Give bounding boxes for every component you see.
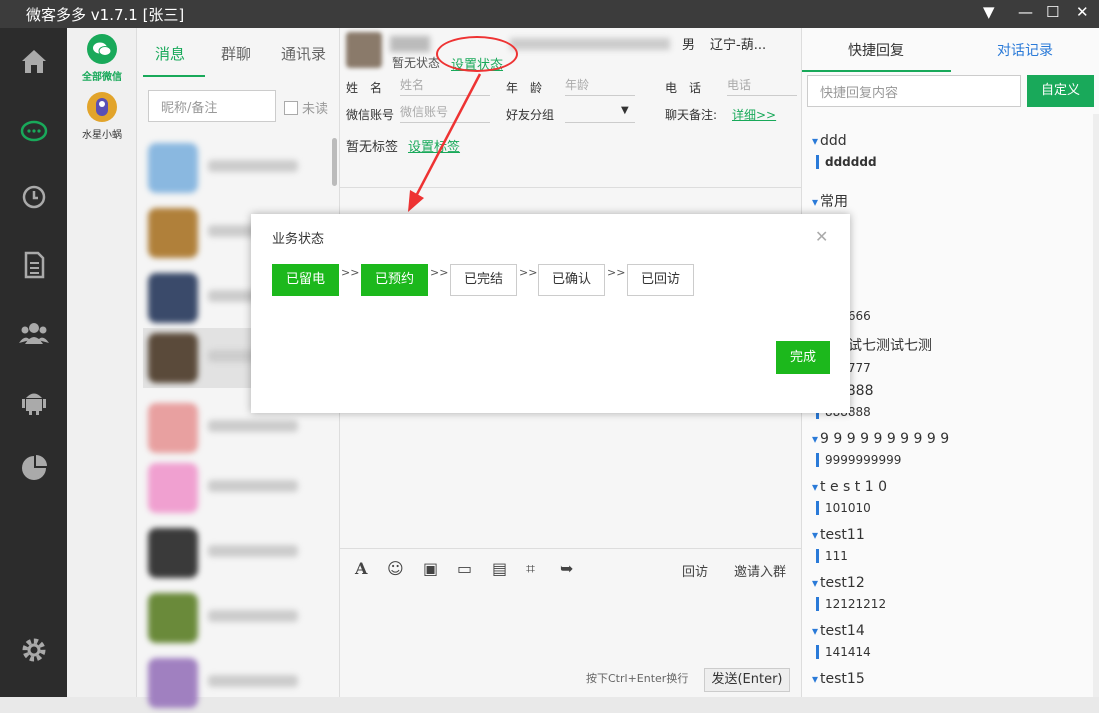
invite-group-button[interactable]: 邀请入群 [734, 561, 786, 580]
contact-status: 暂无状态 [392, 56, 441, 70]
screenshot-icon[interactable]: ▤ [492, 559, 507, 578]
finish-button[interactable]: 完成 [776, 341, 830, 374]
group-select[interactable]: ▼ [565, 103, 635, 123]
account-label: 水星小蜗 [82, 130, 122, 141]
clock-icon[interactable] [17, 180, 51, 214]
chat-tabs: 消息 群聊 通讯录 [137, 28, 340, 78]
phone-label: 电 话 [665, 81, 702, 95]
contact-id-blurred [510, 38, 670, 50]
settings-icon[interactable] [17, 633, 51, 667]
avatar [87, 92, 117, 122]
reply-group[interactable]: 七测试七测试七测777777 [812, 335, 1072, 375]
dialog-title: 业务状态 [272, 232, 325, 247]
composer-hint: 按下Ctrl+Enter换行 [586, 672, 689, 685]
quick-reply-search-input[interactable]: 快捷回复内容 [807, 75, 1021, 107]
list-item[interactable] [143, 588, 333, 648]
tab-underline [143, 75, 205, 77]
unread-checkbox[interactable]: 未读 [284, 98, 328, 117]
contact-gender: 男 [682, 38, 696, 53]
emoji-icon[interactable]: ☺ [387, 559, 404, 578]
reply-group[interactable]: test15 [812, 671, 1072, 687]
tags-text: 暂无标签 [346, 140, 399, 155]
reply-group[interactable]: t e s t 1 0101010 [812, 479, 1072, 515]
title-bar: 微客多多 v1.7.1 [张三] ▼ — ☐ ✕ [0, 0, 1099, 28]
list-item[interactable] [143, 523, 333, 583]
account-all-wechat[interactable]: 全部微信 [67, 34, 137, 83]
list-item[interactable] [143, 458, 333, 518]
contact-name-blurred [390, 36, 430, 52]
window-title: 微客多多 v1.7.1 [张三] [26, 6, 185, 24]
tab-messages[interactable]: 消息 [155, 43, 185, 64]
reply-group[interactable]: test14141414 [812, 623, 1072, 659]
document-icon[interactable] [17, 248, 51, 282]
account-label: 全部微信 [82, 72, 122, 83]
account-column: 全部微信 水星小蜗 [67, 28, 137, 697]
contacts-icon[interactable] [17, 316, 51, 350]
minimize-icon[interactable]: — [1018, 3, 1033, 21]
tab-groups[interactable]: 群聊 [221, 43, 251, 64]
reply-group[interactable]: 11 [812, 239, 1072, 275]
step-separator: >> [607, 266, 626, 279]
contact-search-input[interactable]: 昵称/备注 [148, 90, 276, 122]
reply-group[interactable]: 9 9 9 9 9 9 9 9 9 99999999999 [812, 431, 1072, 467]
home-icon[interactable] [17, 44, 51, 78]
composer-toolbar: A ☺ ▣ ▭ ▤ ⌗ ➥ 回访 邀请入群 [340, 548, 801, 588]
reply-group[interactable]: 6666666 [812, 287, 1072, 323]
reply-group[interactable]: test1212121212 [812, 575, 1072, 611]
list-item[interactable] [143, 138, 333, 198]
image-icon[interactable]: ▣ [423, 559, 438, 578]
maximize-icon[interactable]: ☐ [1046, 3, 1059, 21]
list-item[interactable] [143, 653, 333, 713]
business-status-dialog: 业务状态 ✕ 已留电 >> 已预约 >> 已完结 >> 已确认 >> 已回访 完… [251, 214, 850, 413]
detail-link[interactable]: 详细>> [732, 106, 776, 123]
step-separator: >> [519, 266, 538, 279]
age-label: 年 龄 [506, 81, 543, 95]
annotation-arrow [408, 73, 482, 212]
contact-region: 辽宁-葫... [710, 38, 767, 53]
step-confirmed[interactable]: 已确认 [538, 264, 605, 296]
reply-group[interactable]: test11111 [812, 527, 1072, 563]
close-icon[interactable]: ✕ [1076, 3, 1089, 21]
custom-button[interactable]: 自定义 [1027, 75, 1094, 107]
send-button[interactable]: 发送(Enter) [704, 668, 790, 692]
step-called[interactable]: 已留电 [272, 264, 339, 296]
wechat-icon [87, 34, 117, 64]
crop-icon[interactable]: ⌗ [526, 559, 535, 579]
annotation-ellipse [436, 36, 518, 72]
tab-contacts[interactable]: 通讯录 [281, 43, 326, 64]
name-label: 姓 名 [346, 81, 383, 95]
close-icon[interactable]: ✕ [815, 227, 828, 246]
share-icon[interactable]: ➥ [560, 559, 573, 578]
age-input[interactable]: 年龄 [565, 76, 635, 96]
tab-quick-reply[interactable]: 快捷回复 [848, 40, 904, 60]
quick-reply-scrollbar[interactable] [1093, 114, 1099, 697]
wechat-label: 微信账号 [346, 108, 395, 122]
phone-input[interactable]: 电话 [727, 76, 797, 96]
tab-underline [802, 70, 951, 72]
font-icon[interactable]: A [355, 559, 367, 578]
reply-group[interactable]: ddddddddd [812, 133, 1072, 169]
step-booked[interactable]: 已预约 [361, 264, 428, 296]
step-revisited[interactable]: 已回访 [627, 264, 694, 296]
android-icon[interactable] [17, 384, 51, 418]
unread-label: 未读 [302, 102, 329, 117]
revisit-button[interactable]: 回访 [682, 561, 708, 580]
pie-chart-icon[interactable] [17, 451, 51, 485]
remark-label: 聊天备注: [665, 108, 718, 122]
chat-icon[interactable] [17, 115, 51, 149]
account-mercury[interactable]: 水星小蜗 [67, 92, 137, 141]
step-separator: >> [341, 266, 360, 279]
step-separator: >> [430, 266, 449, 279]
chat-list-scrollbar[interactable] [332, 138, 337, 186]
reply-group[interactable]: 常用好 [812, 191, 1072, 234]
menu-icon[interactable]: ▼ [983, 3, 995, 21]
group-label: 好友分组 [506, 108, 555, 122]
left-nav [0, 28, 67, 697]
folder-icon[interactable]: ▭ [457, 559, 472, 578]
tab-chat-history[interactable]: 对话记录 [997, 40, 1053, 60]
step-completed[interactable]: 已完结 [450, 264, 517, 296]
contact-avatar [346, 32, 382, 68]
reply-group[interactable]: 888888888888 [812, 383, 1072, 419]
